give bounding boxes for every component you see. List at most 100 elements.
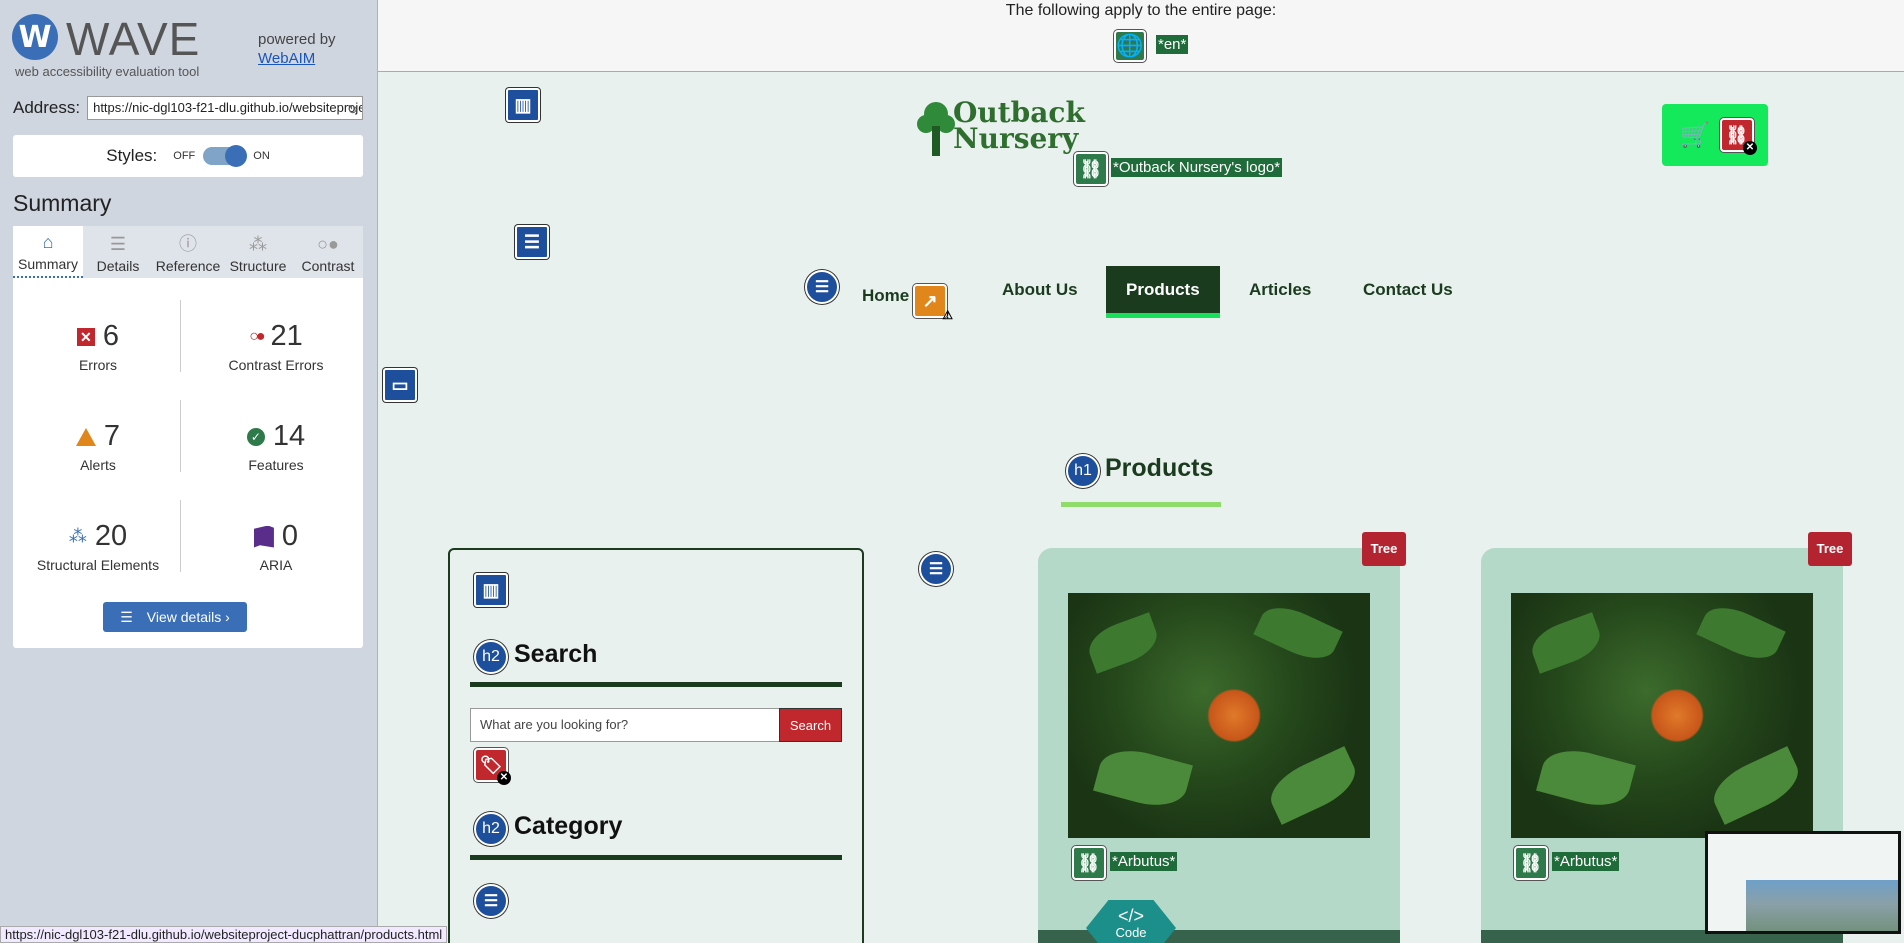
summary-heading: Summary: [13, 190, 112, 216]
tab-summary[interactable]: ⌂ Summary: [13, 226, 83, 278]
styles-toggle[interactable]: [203, 145, 248, 167]
region-icon[interactable]: ▥: [506, 88, 540, 122]
search-heading: Search: [514, 640, 598, 668]
redundant-link-alert-icon[interactable]: ↗ ⚠: [913, 284, 953, 322]
list-icon[interactable]: ☰: [919, 552, 953, 586]
aria-count: 0: [281, 520, 299, 552]
features-count: 14: [272, 420, 306, 452]
webaim-link[interactable]: WebAIM: [258, 49, 336, 68]
missing-label-error-icon[interactable]: 🏷 ✕: [474, 748, 511, 785]
list-icon[interactable]: ☰: [474, 884, 508, 918]
error-icon: ✕: [76, 327, 95, 346]
errors-stat[interactable]: ✕ 6 Errors: [13, 320, 183, 373]
divider: [470, 682, 842, 687]
features-stat[interactable]: ✓ 14 Features: [191, 420, 361, 473]
empty-link-error-icon[interactable]: ⛓ ✕: [1719, 118, 1757, 155]
evaluated-page: The following apply to the entire page: …: [378, 0, 1904, 943]
close-icon: ✕: [497, 771, 511, 785]
nav-products[interactable]: Products: [1106, 266, 1220, 318]
tab-details[interactable]: ☰ Details: [83, 226, 153, 278]
errors-count: 6: [102, 320, 120, 352]
product-card[interactable]: [1038, 548, 1400, 943]
warning-icon: ⚠: [942, 308, 953, 322]
thumbnail-image: [1746, 880, 1898, 931]
tab-summary-label: Summary: [18, 256, 78, 272]
card-alt-tag: *Arbutus*: [1552, 852, 1620, 871]
styles-off-label: OFF: [173, 150, 196, 162]
region-icon[interactable]: ▭: [383, 368, 417, 402]
toggle-knob: [225, 145, 248, 167]
tab-contrast-label: Contrast: [301, 258, 355, 274]
aside-region-icon[interactable]: ▥: [474, 573, 508, 607]
page-thumbnail[interactable]: [1705, 831, 1901, 934]
contrast-errors-stat[interactable]: ○● 21 Contrast Errors: [191, 320, 361, 373]
cart-icon: 🛒: [1680, 121, 1710, 149]
header-region-icon[interactable]: ☰: [515, 225, 549, 259]
aria-label: ARIA: [259, 557, 293, 573]
filter-sidebar: [448, 548, 864, 943]
nav-about[interactable]: About Us: [982, 266, 1098, 318]
nav-contact[interactable]: Contact Us: [1343, 266, 1473, 318]
logo-alt-tag: *Outback Nursery's logo*: [1111, 158, 1283, 177]
logo-text: Outback Nursery: [953, 99, 1085, 155]
view-details-label: View details ›: [146, 609, 230, 625]
feature-check-icon: ✓: [246, 427, 265, 446]
structure-icon: ⁂: [68, 526, 87, 546]
nav-articles[interactable]: Articles: [1229, 266, 1331, 318]
language-globe-icon[interactable]: 🌐: [1114, 30, 1146, 62]
tab-reference[interactable]: ⓘ Reference: [153, 226, 223, 278]
list-icon: ☰: [120, 608, 133, 625]
alerts-label: Alerts: [80, 457, 116, 473]
nav-articles-label: Articles: [1249, 280, 1312, 299]
contrast-error-icon: ○●: [249, 327, 265, 345]
powered-by: powered by WebAIM: [258, 30, 336, 68]
lang-tag: *en*: [1156, 35, 1189, 54]
home-icon: ⌂: [42, 232, 54, 252]
tab-details-label: Details: [96, 258, 140, 274]
info-icon: ⓘ: [179, 234, 197, 254]
structural-count: 20: [94, 520, 128, 552]
address-label: Address:: [13, 98, 81, 117]
product-image: [1511, 593, 1813, 838]
view-details-button[interactable]: ☰ View details ›: [103, 602, 247, 632]
alt-text-icon[interactable]: ⛓: [1074, 152, 1108, 186]
alt-text-icon[interactable]: ⛓: [1514, 846, 1548, 880]
styles-on-label: ON: [253, 150, 270, 162]
page-global-bar: The following apply to the entire page: …: [378, 0, 1904, 72]
reload-icon[interactable]: ↻: [347, 99, 358, 119]
styles-toggle-box: Styles: OFF ON: [13, 135, 363, 177]
search-button[interactable]: Search: [779, 708, 842, 742]
structural-stat[interactable]: ⁂ 20 Structural Elements: [13, 520, 183, 573]
aria-icon: [253, 525, 274, 548]
aria-stat[interactable]: 0 ARIA: [191, 520, 361, 573]
category-badge: Tree: [1362, 532, 1406, 566]
nav-home-label: Home: [862, 286, 910, 305]
alert-icon: [75, 427, 96, 446]
tab-structure[interactable]: ⁂ Structure: [223, 226, 293, 278]
summary-panel: ✕ 6 Errors ○● 21 Contrast Errors 7 Alerts …: [13, 278, 363, 648]
cart-button[interactable]: 🛒 ⛓ ✕: [1662, 104, 1768, 166]
heading-level-icon[interactable]: h2: [474, 640, 508, 674]
alerts-stat[interactable]: 7 Alerts: [13, 420, 183, 473]
alt-text-icon[interactable]: ⛓: [1072, 846, 1106, 880]
heading-level-icon[interactable]: h1: [1066, 454, 1100, 488]
global-note: The following apply to the entire page:: [1005, 2, 1277, 19]
features-label: Features: [248, 457, 304, 473]
search-input[interactable]: What are you looking for?: [470, 708, 780, 742]
nav-contact-label: Contact Us: [1363, 280, 1453, 299]
page-title: Products: [1105, 454, 1214, 482]
list-icon[interactable]: ☰: [805, 270, 839, 304]
address-input[interactable]: https://nic-dgl103-f21-dlu.github.io/web…: [87, 96, 363, 120]
status-bar-url: https://nic-dgl103-f21-dlu.github.io/web…: [0, 926, 448, 943]
heading-level-icon[interactable]: h2: [474, 812, 508, 846]
card-alt-tag: *Arbutus*: [1110, 852, 1178, 871]
title-underline: [1061, 502, 1221, 507]
wave-title: WAVE: [66, 13, 201, 65]
alerts-count: 7: [103, 420, 121, 452]
divider: [470, 855, 842, 860]
logo-line-2: Nursery: [953, 122, 1079, 155]
tab-contrast[interactable]: ○● Contrast: [293, 226, 363, 278]
nav-products-label: Products: [1126, 280, 1200, 299]
nav-about-label: About Us: [1002, 280, 1078, 299]
product-image: [1068, 593, 1370, 838]
